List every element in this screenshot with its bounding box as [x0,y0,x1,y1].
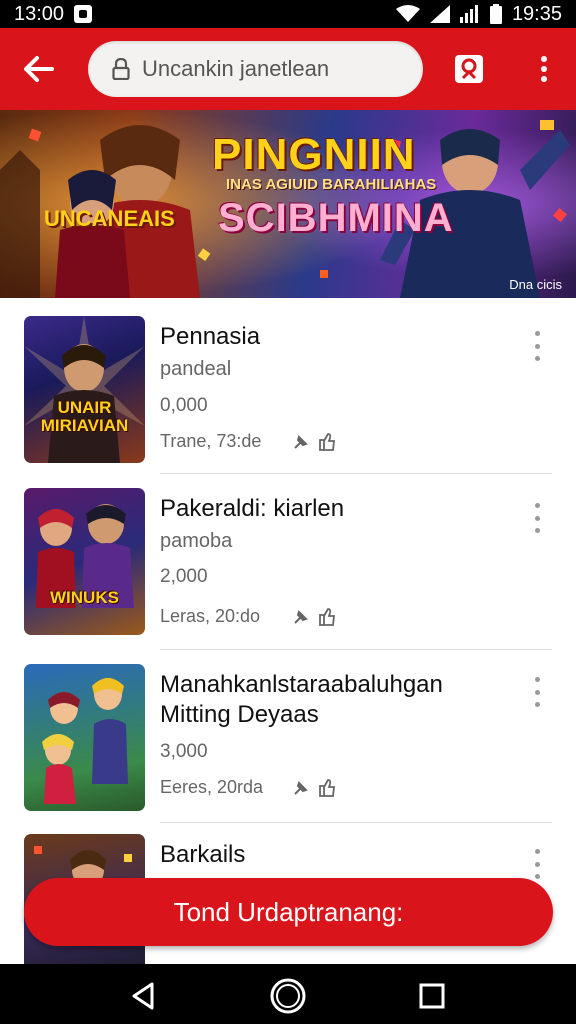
dot-icon [534,331,540,336]
share-icon[interactable] [318,607,336,627]
notification-icon [74,5,93,23]
app-bar [0,28,576,110]
item-actions [292,432,336,452]
item-thumbnail: WINUKS [24,488,145,635]
dot-icon [534,849,540,854]
dot-icon [541,66,547,72]
pin-icon[interactable] [292,608,310,626]
wifi-icon [395,5,420,22]
share-icon[interactable] [318,432,336,452]
triangle-back-icon [132,982,154,1010]
list-item[interactable]: WINUKS Pakeraldi: kiarlen pamoba 2,000 L… [0,474,576,650]
banner-corner-label: Dna cicis [509,277,562,292]
status-time-right: 19:35 [511,2,562,25]
search-bar[interactable] [88,41,423,97]
dot-icon [541,56,547,62]
nav-back-button[interactable] [124,976,164,1016]
item-subtitle: pandeal [160,358,232,380]
dot-icon [534,677,540,682]
dot-icon [534,343,540,349]
primary-action-button[interactable]: Tond Urdaptranang: [24,878,553,946]
nav-recents-button[interactable] [412,976,452,1016]
dot-icon [534,356,540,361]
thumbnail-art [42,678,128,804]
thumbnail-label: WINUKS [50,588,119,607]
item-thumbnail: UNAIR MIRIAVIAN [24,316,145,463]
item-title: Pennasia [160,323,261,350]
item-title: Pakeraldi: kiarlen [160,495,345,522]
signal-bars-icon [459,5,478,23]
system-nav-bar [0,964,576,1024]
share-icon[interactable] [318,778,336,798]
square-recents-icon [419,983,445,1009]
dot-icon [534,528,540,533]
featured-banner[interactable]: PINGNIIN INAS AGIUID BARAHILIAHAS SCIBHM… [0,110,576,298]
item-count: 3,000 [160,741,208,762]
item-thumbnail [24,664,145,811]
item-title: Barkails [160,841,246,868]
banner-small-text: INAS AGIUID BARAHILIAHAS [226,176,437,193]
more-options-button[interactable] [528,50,560,88]
dot-icon [541,76,547,82]
thumbnail-art [24,316,145,463]
item-title: Manahkanlstaraabaluhgan Mitting Deyaas [160,671,443,728]
divider [160,822,552,823]
lock-icon [112,58,130,80]
bookmark-icon [455,55,483,83]
dot-icon [534,503,540,508]
item-more-button[interactable] [526,846,548,882]
item-more-button[interactable] [526,674,548,710]
home-circle-icon [270,978,306,1014]
thumbnail-label: UNAIR MIRIAVIAN [40,398,129,435]
signal-icon [429,5,450,23]
status-time-left: 13:00 [14,2,65,25]
item-actions [292,778,336,798]
item-time: Eeres, 20rda [160,777,264,797]
back-button[interactable] [0,28,78,110]
pin-icon[interactable] [292,433,310,451]
dot-icon [534,702,540,707]
dot-icon [534,874,540,879]
banner-title: PINGNIIN [212,130,416,179]
item-time: Trane, 73:de [160,431,262,451]
battery-icon [489,4,502,24]
dot-icon [534,515,540,521]
pin-icon[interactable] [292,779,310,797]
item-subtitle: pamoba [160,530,233,552]
primary-action-label: Tond Urdaptranang: [173,896,404,927]
bookmark-button[interactable] [452,52,486,86]
status-bar: 13:00 19:35 [0,0,576,28]
back-arrow-icon [24,56,54,82]
search-input[interactable] [142,56,392,82]
banner-logo: UNCANEAIS [44,206,175,231]
nav-home-button[interactable] [268,976,308,1016]
item-count: 2,000 [160,566,208,587]
item-time: Leras, 20:do [160,606,261,626]
list-item[interactable]: UNAIR MIRIAVIAN Pennasia pandeal 0,000 T… [0,298,576,474]
dot-icon [534,861,540,867]
item-more-button[interactable] [526,500,548,536]
item-more-button[interactable] [526,328,548,364]
dot-icon [534,689,540,695]
item-actions [292,607,336,627]
thumbnail-art [36,504,134,608]
banner-subtitle: SCIBHMINA [218,196,454,240]
list-item[interactable]: Manahkanlstaraabaluhgan Mitting Deyaas 3… [0,650,576,826]
item-count: 0,000 [160,395,208,416]
